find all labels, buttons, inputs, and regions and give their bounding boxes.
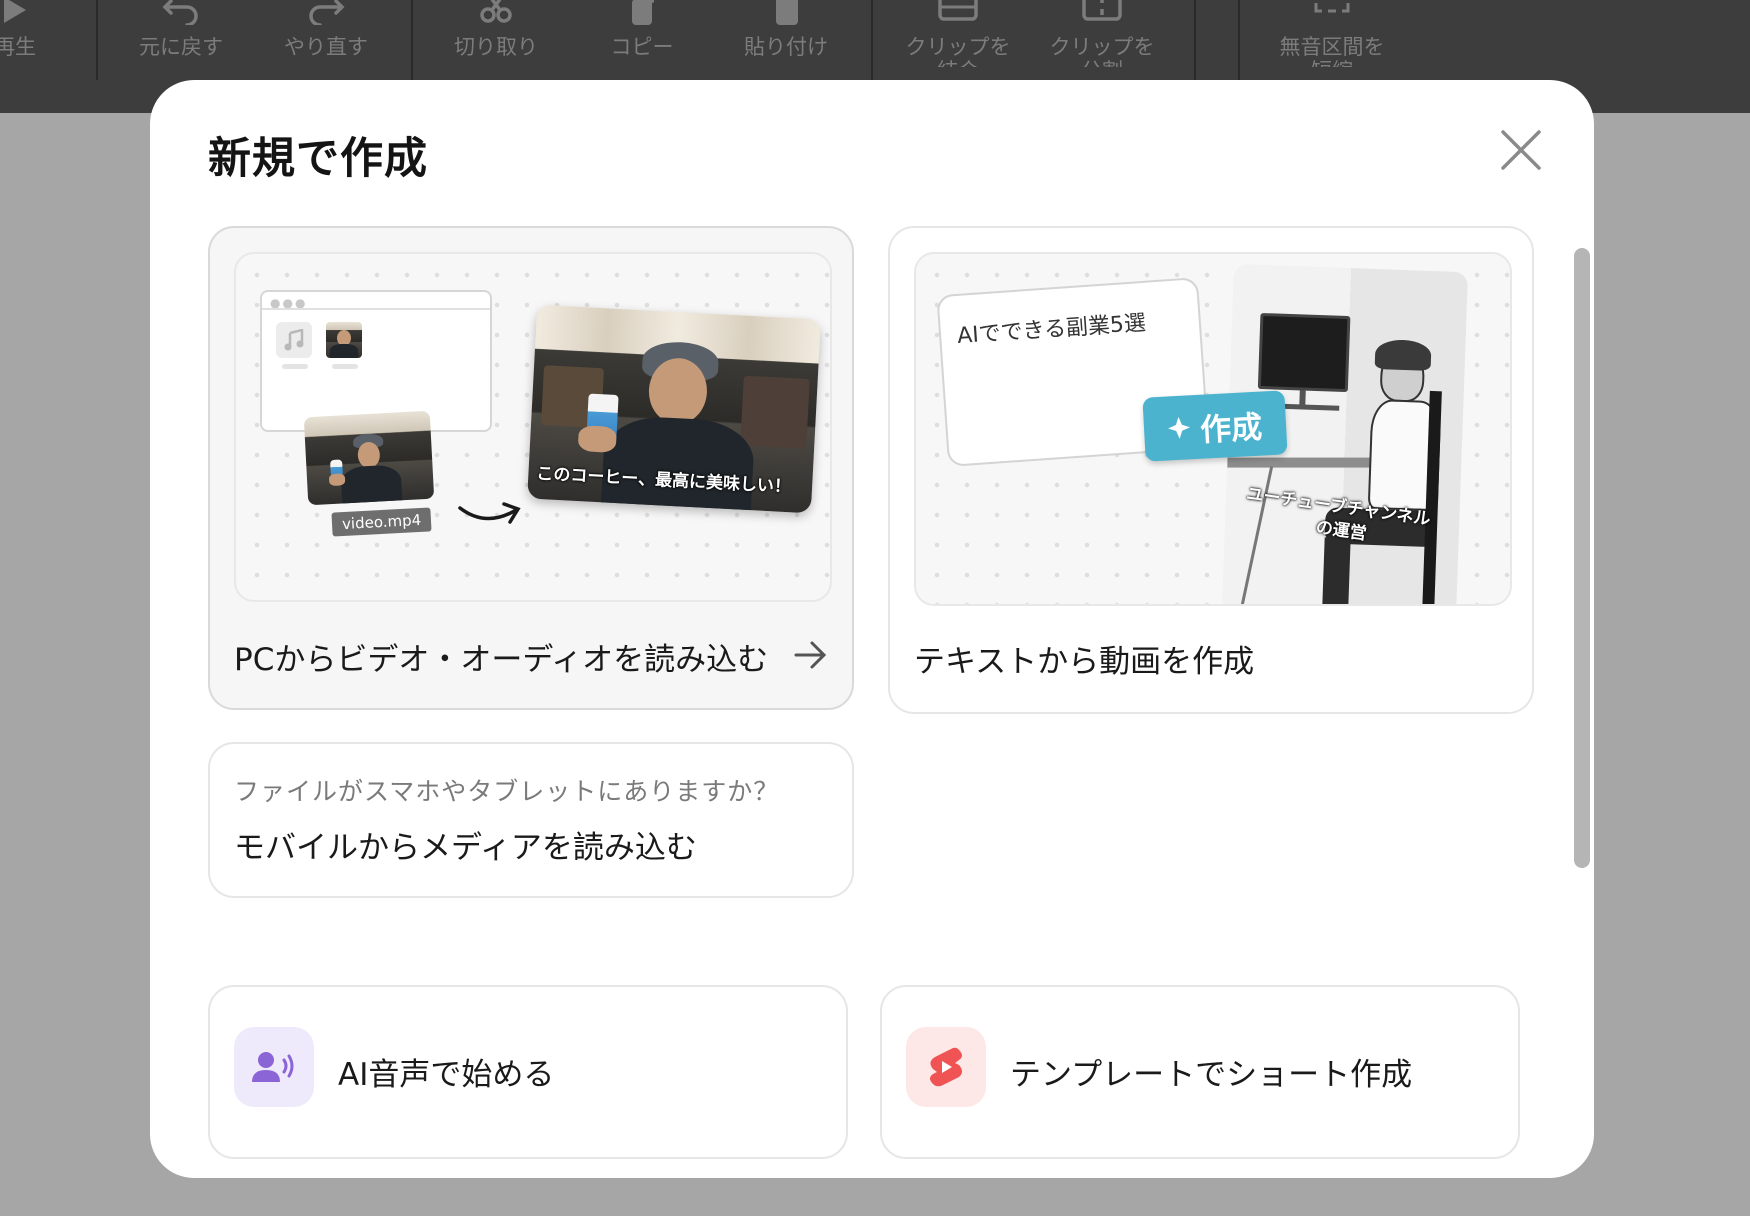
modal-title: 新規で作成	[208, 134, 428, 184]
dragged-video-thumb	[303, 410, 435, 506]
shorts-icon	[930, 1047, 962, 1087]
text-to-video-illustration: ユーチューブチャンネル の運営 AIでできる副業5選 作成	[914, 252, 1512, 606]
import-from-mobile-card[interactable]: ファイルがスマホやタブレットにありますか？ モバイルからメディアを読み込む	[208, 742, 854, 898]
thumb-caption-bar	[282, 364, 308, 369]
shorts-tile	[906, 1027, 986, 1107]
scissors-icon	[476, 0, 516, 28]
card-label: AI音声で始める	[338, 1057, 555, 1093]
file-browser-window: ●●●	[260, 290, 492, 432]
file-name-tag: video.mp4	[331, 507, 432, 537]
copy-icon	[622, 0, 662, 28]
ai-voice-tile	[234, 1027, 314, 1107]
create-button-label: 作成	[1199, 409, 1264, 449]
create-button-illustration: 作成	[1142, 390, 1288, 462]
close-button[interactable]	[1498, 127, 1544, 173]
ai-voice-icon	[252, 1052, 294, 1082]
toolbar-divider	[1238, 0, 1240, 80]
card-label: テキストから動画を作成	[914, 644, 1255, 680]
merge-icon	[938, 0, 978, 28]
toolbar-label: 元に戻す	[139, 35, 223, 59]
toolbar-play-button[interactable]: 再生	[0, 0, 60, 113]
video-file-thumb	[326, 322, 362, 358]
import-illustration: ●●● video.mp4 このコーヒー、最高に美味しい！	[234, 252, 832, 602]
toolbar-label: クリップを 結合	[905, 35, 1011, 67]
import-from-pc-card[interactable]: ●●● video.mp4 このコーヒー、最高に美味しい！ PCからビデオ・オー…	[208, 226, 854, 710]
modal-scrollbar[interactable]	[1574, 248, 1590, 868]
thumb-caption-bar	[332, 364, 358, 369]
redo-icon	[306, 0, 346, 28]
card-label: テンプレートでショート作成	[1010, 1057, 1413, 1093]
undo-icon	[161, 0, 201, 28]
toolbar-divider	[1194, 0, 1196, 80]
trim-silence-icon	[1312, 0, 1352, 28]
create-new-modal: 新規で作成 ●●● video.mp4 このコーヒー、最高に美味しい！ PCから…	[150, 80, 1594, 1178]
toolbar-label: コピー	[610, 35, 674, 59]
toolbar-divider	[411, 0, 413, 80]
music-note-icon	[284, 329, 304, 351]
play-icon	[0, 0, 35, 28]
music-file-thumb	[276, 322, 312, 358]
prompt-text: AIでできる副業5選	[956, 310, 1147, 349]
text-to-video-card[interactable]: ユーチューブチャンネル の運営 AIでできる副業5選 作成 テキストから動画を作…	[888, 226, 1534, 714]
toolbar-label: 貼り付け	[744, 35, 828, 59]
toolbar-label: やり直す	[284, 35, 368, 59]
paste-icon	[766, 0, 806, 28]
toolbar-divider	[96, 0, 98, 80]
mobile-sub-label: ファイルがスマホやタブレットにありますか？	[234, 777, 780, 806]
toolbar-label: 切り取り	[454, 35, 538, 59]
split-icon	[1082, 0, 1122, 28]
toolbar-label: 無音区間を 短縮	[1279, 35, 1385, 67]
curved-arrow-icon	[458, 502, 521, 524]
card-label: PCからビデオ・オーディオを読み込む	[234, 642, 769, 678]
toolbar-label: 再生	[0, 35, 36, 59]
toolbar-divider	[871, 0, 873, 80]
ai-voice-card[interactable]: AI音声で始める	[208, 985, 848, 1159]
window-titlebar-divider	[262, 308, 490, 310]
toolbar-label: クリップを 分割	[1049, 35, 1155, 67]
arrow-right-icon	[794, 641, 827, 669]
template-short-card[interactable]: テンプレートでショート作成	[880, 985, 1520, 1159]
sparkle-icon	[1168, 416, 1191, 439]
card-label: モバイルからメディアを読み込む	[234, 830, 697, 866]
subtitled-video-preview: このコーヒー、最高に美味しい！	[527, 304, 821, 514]
close-icon	[1501, 130, 1541, 170]
